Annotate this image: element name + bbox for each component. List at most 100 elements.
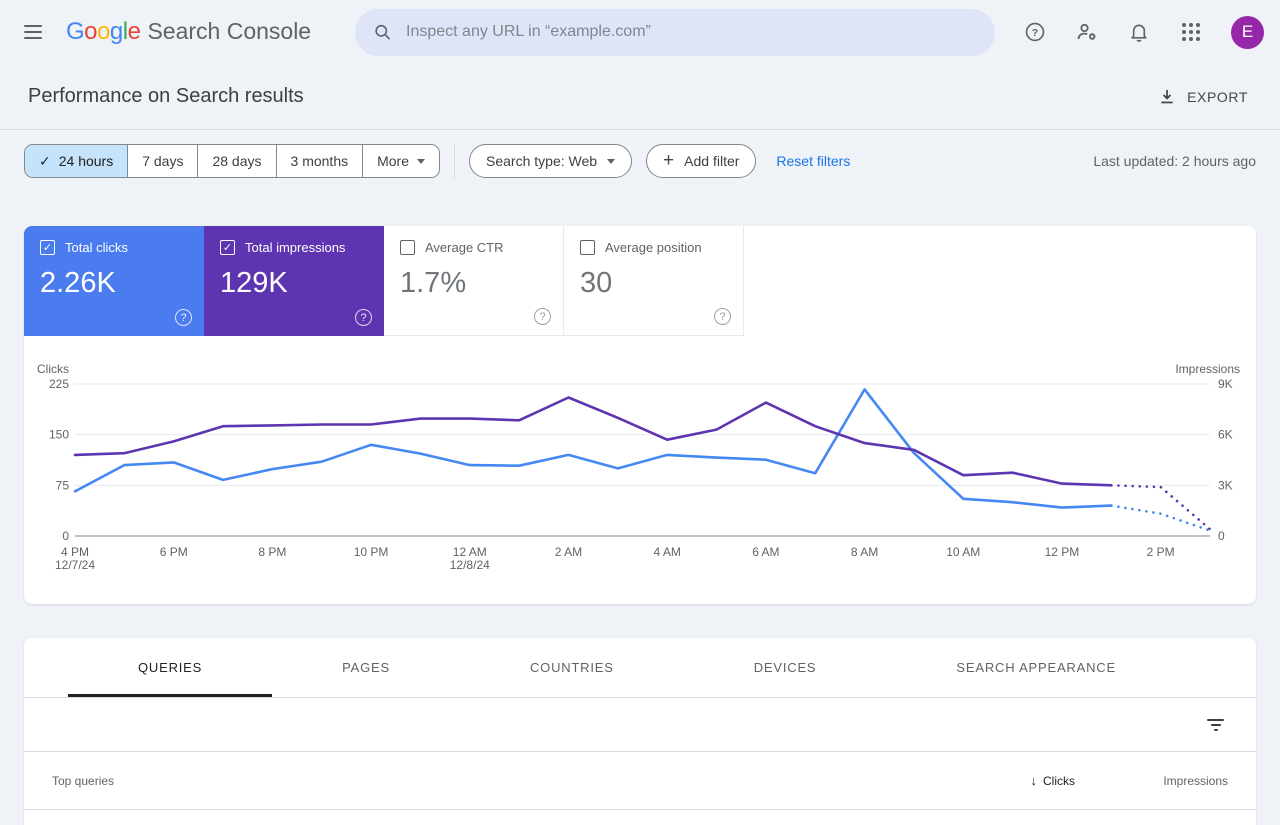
svg-text:10 AM: 10 AM — [946, 545, 980, 559]
metric-value: 30 — [580, 267, 613, 299]
svg-text:12 PM: 12 PM — [1045, 545, 1080, 559]
svg-text:225: 225 — [49, 377, 69, 391]
app-logo[interactable]: Google Search Console — [66, 18, 311, 46]
chip-7-days[interactable]: 7 days — [127, 145, 198, 177]
plus-icon: + — [663, 149, 675, 171]
filter-bar: ✓ 24 hours 7 days 28 days 3 months More … — [0, 130, 1280, 194]
help-icon[interactable]: ? — [534, 308, 551, 325]
svg-text:4 AM: 4 AM — [653, 545, 680, 559]
export-button[interactable]: EXPORT — [1149, 81, 1256, 113]
checkbox-unchecked-icon[interactable]: ✓ — [400, 240, 415, 255]
column-header-clicks[interactable]: ↓ Clicks — [925, 773, 1076, 788]
help-icon[interactable]: ? — [1023, 20, 1047, 44]
column-header-top-queries[interactable]: Top queries — [52, 774, 925, 788]
svg-text:2 AM: 2 AM — [555, 545, 582, 559]
performance-chart-panel: ✓ Total clicks 2.26K ? ✓ Total impressio… — [24, 226, 1256, 604]
check-icon: ✓ — [39, 152, 51, 169]
apps-grid-icon[interactable] — [1179, 20, 1203, 44]
chip-label: 28 days — [212, 153, 262, 169]
notifications-icon[interactable] — [1127, 20, 1151, 44]
download-icon — [1161, 89, 1173, 103]
svg-text:12/7/24: 12/7/24 — [55, 558, 95, 572]
filter-list-icon[interactable] — [1203, 715, 1228, 735]
metric-card-average-ctr[interactable]: ✓ Average CTR 1.7% ? — [384, 226, 564, 336]
tab-devices[interactable]: DEVICES — [684, 638, 887, 697]
checkbox-unchecked-icon[interactable]: ✓ — [580, 240, 595, 255]
svg-text:12/8/24: 12/8/24 — [450, 558, 490, 572]
svg-text:2 PM: 2 PM — [1147, 545, 1175, 559]
chevron-down-icon — [417, 159, 426, 164]
search-type-dropdown[interactable]: Search type: Web — [469, 144, 633, 178]
table-toolbar — [24, 698, 1256, 752]
url-inspect-input[interactable] — [406, 23, 978, 41]
metric-label: Total clicks — [65, 240, 128, 255]
chip-label: 3 months — [290, 153, 349, 169]
chip-28-days[interactable]: 28 days — [197, 145, 276, 177]
svg-text:9K: 9K — [1218, 377, 1233, 391]
checkbox-checked-icon[interactable]: ✓ — [220, 240, 235, 255]
page-header: Performance on Search results EXPORT — [0, 64, 1280, 130]
search-type-label: Search type: Web — [486, 153, 598, 169]
help-icon[interactable]: ? — [355, 309, 372, 326]
last-updated-text: Last updated: 2 hours ago — [1093, 153, 1256, 169]
metric-card-total-clicks[interactable]: ✓ Total clicks 2.26K ? — [24, 226, 204, 336]
dimension-tabs: QUERIES PAGES COUNTRIES DEVICES SEARCH A… — [24, 638, 1256, 698]
url-inspect-searchbox[interactable] — [355, 8, 996, 56]
tab-countries[interactable]: COUNTRIES — [460, 638, 684, 697]
svg-text:3K: 3K — [1218, 478, 1233, 492]
svg-text:4 PM: 4 PM — [61, 545, 89, 559]
chip-label: More — [377, 153, 410, 169]
table-header-row: Top queries ↓ Clicks Impressions — [24, 752, 1256, 810]
svg-text:6 PM: 6 PM — [160, 545, 188, 559]
metric-value: 129K — [220, 267, 288, 299]
svg-text:10 PM: 10 PM — [354, 545, 389, 559]
svg-text:6 AM: 6 AM — [752, 545, 779, 559]
metric-value: 1.7% — [400, 267, 467, 299]
chart-area: 225 9K 150 6K 75 3K 0 0 Clicks Impressions 4 PM 12/… — [24, 336, 1256, 604]
add-filter-button[interactable]: + Add filter — [646, 144, 757, 178]
svg-text:8 PM: 8 PM — [258, 545, 286, 559]
divider — [454, 144, 456, 178]
help-icon[interactable]: ? — [714, 308, 731, 325]
export-label: EXPORT — [1187, 88, 1248, 105]
svg-text:150: 150 — [49, 428, 69, 442]
chip-more[interactable]: More — [362, 145, 440, 177]
svg-text:12 AM: 12 AM — [453, 545, 487, 559]
tab-queries[interactable]: QUERIES — [68, 638, 273, 697]
performance-line-chart[interactable]: 225 9K150 6K75 3K0 0Clicks Impressions4 PM12/… — [24, 359, 1256, 581]
metric-label: Average CTR — [425, 240, 504, 255]
tab-search-appearance[interactable]: SEARCH APPEARANCE — [886, 638, 1186, 697]
chevron-down-icon — [607, 159, 616, 164]
date-range-chip-group: ✓ 24 hours 7 days 28 days 3 months More — [24, 144, 441, 178]
svg-text:8 AM: 8 AM — [851, 545, 878, 559]
user-settings-icon[interactable] — [1075, 20, 1099, 44]
metric-cards-row: ✓ Total clicks 2.26K ? ✓ Total impressio… — [24, 226, 1256, 336]
google-logo: Google — [66, 18, 141, 45]
svg-text:Clicks: Clicks — [37, 362, 69, 376]
page-title: Performance on Search results — [28, 85, 304, 107]
svg-text:?: ? — [1032, 27, 1038, 39]
tab-pages[interactable]: PAGES — [272, 638, 460, 697]
arrow-down-icon: ↓ — [1030, 773, 1038, 788]
help-icon[interactable]: ? — [175, 309, 192, 326]
metric-card-average-position[interactable]: ✓ Average position 30 ? — [564, 226, 744, 336]
column-header-impressions[interactable]: Impressions — [1075, 774, 1228, 788]
metric-label: Average position — [605, 240, 702, 255]
checkbox-checked-icon[interactable]: ✓ — [40, 240, 55, 255]
chip-label: 7 days — [142, 153, 184, 169]
svg-text:6K: 6K — [1218, 428, 1233, 442]
svg-text:0: 0 — [62, 529, 69, 543]
reset-filters-link[interactable]: Reset filters — [776, 153, 850, 169]
search-icon — [375, 24, 391, 40]
dimensions-table-panel: QUERIES PAGES COUNTRIES DEVICES SEARCH A… — [24, 638, 1256, 825]
menu-icon[interactable] — [24, 20, 48, 44]
chip-24-hours[interactable]: ✓ 24 hours — [25, 145, 128, 177]
account-avatar[interactable]: E — [1231, 15, 1264, 49]
chip-label: 24 hours — [58, 153, 114, 169]
chip-3-months[interactable]: 3 months — [275, 145, 363, 177]
add-filter-label: Add filter — [684, 153, 740, 169]
metric-label: Total impressions — [245, 240, 346, 255]
svg-text:75: 75 — [56, 478, 70, 492]
metric-card-total-impressions[interactable]: ✓ Total impressions 129K ? — [204, 226, 384, 336]
app-name: Search Console — [147, 18, 312, 44]
